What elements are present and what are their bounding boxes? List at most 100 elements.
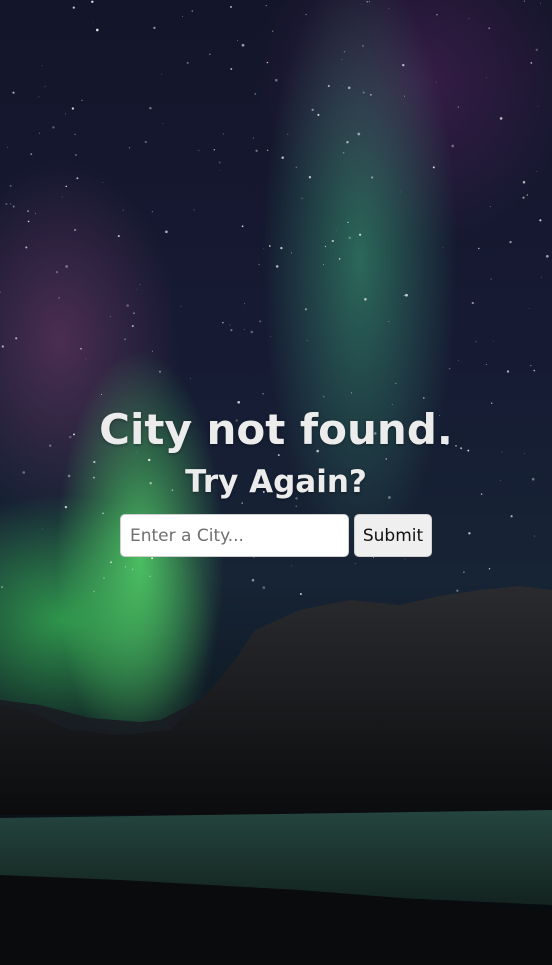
star [306, 339, 308, 341]
star [402, 63, 405, 67]
star [509, 240, 512, 244]
star [436, 13, 438, 16]
star [52, 126, 55, 129]
star [404, 95, 405, 97]
city-input[interactable] [120, 514, 349, 557]
star [485, 364, 487, 366]
star [308, 176, 312, 179]
star [468, 18, 470, 20]
star [95, 28, 99, 32]
star [131, 325, 134, 328]
star [322, 264, 324, 266]
star [348, 236, 352, 240]
star [435, 81, 437, 83]
star [230, 68, 233, 70]
star [81, 99, 83, 101]
star [162, 598, 163, 600]
star [110, 561, 112, 564]
star [341, 59, 343, 61]
star [208, 53, 211, 56]
star [541, 276, 542, 278]
star [71, 107, 75, 110]
star [159, 370, 161, 373]
star [458, 360, 459, 361]
star [1, 586, 4, 589]
star [499, 117, 503, 120]
star [360, 4, 362, 5]
star [304, 308, 308, 311]
message-panel: City not found. Try Again? Submit [0, 404, 552, 557]
star [149, 575, 151, 578]
star [149, 106, 152, 110]
star [151, 210, 154, 213]
star [539, 2, 541, 4]
star [34, 212, 36, 214]
star [218, 161, 221, 164]
star [478, 247, 480, 250]
star [324, 245, 327, 248]
star [493, 340, 494, 342]
star [251, 578, 255, 582]
star [357, 132, 361, 136]
star [241, 225, 244, 228]
star [291, 565, 292, 567]
star [327, 84, 330, 88]
star [422, 397, 425, 399]
star [432, 166, 435, 169]
star [61, 196, 63, 198]
star [9, 184, 12, 187]
star [6, 146, 8, 148]
star [275, 265, 279, 268]
star [250, 330, 254, 334]
star [128, 147, 131, 149]
star [25, 246, 28, 249]
star [186, 61, 189, 64]
star [126, 304, 129, 307]
star [190, 377, 191, 379]
star [362, 91, 365, 94]
star [74, 153, 77, 157]
star [241, 43, 245, 47]
star [191, 10, 193, 12]
star [236, 39, 238, 41]
star [230, 5, 232, 8]
star [404, 558, 406, 560]
star [74, 133, 76, 136]
star [291, 252, 292, 254]
submit-button[interactable]: Submit [354, 514, 432, 557]
star [5, 203, 8, 206]
mountain-silhouette [0, 586, 552, 815]
star [30, 153, 33, 155]
star [122, 209, 124, 211]
star [153, 26, 156, 30]
star [0, 291, 1, 294]
star [15, 337, 18, 340]
star [55, 270, 59, 274]
star [506, 370, 510, 373]
star [463, 571, 465, 574]
star [161, 73, 163, 75]
star [343, 51, 346, 53]
star [451, 144, 455, 148]
star [448, 367, 451, 370]
star [222, 322, 224, 324]
star [144, 140, 147, 144]
star [64, 113, 67, 115]
star [124, 566, 127, 568]
star [388, 321, 390, 323]
star [222, 133, 225, 135]
star [490, 278, 492, 280]
star [545, 254, 549, 258]
star [530, 364, 532, 367]
star [530, 62, 533, 64]
star [354, 563, 356, 564]
star [489, 206, 491, 208]
star [38, 96, 40, 98]
star [230, 329, 233, 332]
star [471, 301, 474, 305]
star [182, 16, 183, 17]
star [80, 347, 82, 350]
star [268, 245, 271, 247]
star [373, 557, 375, 559]
star [38, 132, 40, 134]
